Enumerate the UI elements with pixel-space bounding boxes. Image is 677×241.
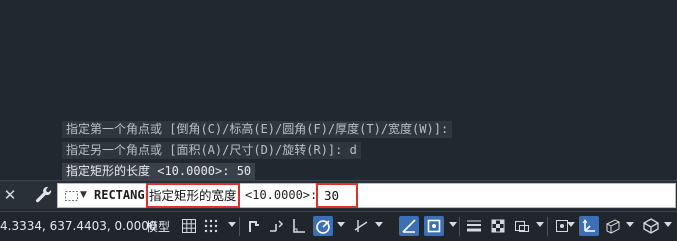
command-input-box[interactable]: ▼ RECTANG 指定矩形的宽度 <10.0000>: 30: [57, 183, 676, 208]
command-history: 指定第一个角点或 [倒角(C)/标高(E)/圆角(F)/厚度(T)/宽度(W)]…: [62, 121, 453, 184]
grid-dots-icon[interactable]: [201, 216, 221, 236]
chevron-down-icon[interactable]: [536, 222, 544, 227]
rectangle-icon[interactable]: [64, 188, 80, 202]
history-line-2: 指定另一个角点或 [面积(A)/尺寸(D)/旋转(R)]: d: [62, 142, 361, 159]
selection-cycling-icon[interactable]: [512, 216, 532, 236]
command-line-bar: ✕ ▼ RECTANG 指定矩形的宽度 <10.0000>: 30: [0, 180, 677, 209]
coordinate-readout[interactable]: 4.3334, 637.4403, 0.0000: [0, 212, 157, 241]
osnap-tracking-icon[interactable]: [399, 216, 419, 236]
command-name: RECTANG: [94, 188, 145, 202]
wrench-icon[interactable]: [33, 184, 53, 206]
dynamic-ucs-icon[interactable]: [579, 216, 599, 236]
chevron-down-icon[interactable]: ▼: [80, 188, 87, 202]
command-input-value[interactable]: 30: [316, 183, 358, 208]
command-prompt: 指定矩形的宽度: [146, 183, 240, 208]
chevron-down-icon[interactable]: [337, 222, 345, 227]
osnap-icon[interactable]: [424, 216, 444, 236]
grid-icon[interactable]: [179, 216, 199, 236]
chevron-down-icon[interactable]: [228, 222, 236, 227]
chevron-down-icon[interactable]: [449, 222, 457, 227]
history-line-3: 指定矩形的长度 <10.0000>: 50: [62, 163, 256, 180]
separator: [547, 217, 548, 236]
workspace-icon[interactable]: [603, 216, 623, 236]
close-icon[interactable]: ✕: [2, 185, 18, 205]
annotation-icon[interactable]: [641, 216, 661, 236]
model-tab[interactable]: 模型: [143, 217, 173, 237]
chevron-down-icon[interactable]: [567, 222, 575, 227]
separator: [459, 217, 460, 236]
status-bar: 4.3334, 637.4403, 0.0000 模型: [0, 211, 677, 241]
separator: [239, 217, 240, 236]
default-value: <10.0000>:: [245, 188, 325, 202]
snap-icon[interactable]: [244, 216, 264, 236]
polar-icon[interactable]: [313, 216, 333, 236]
ortho-icon[interactable]: [288, 216, 308, 236]
chevron-down-icon[interactable]: [626, 222, 634, 227]
infer-constraints-icon[interactable]: [266, 216, 286, 236]
chevron-down-icon[interactable]: [375, 222, 383, 227]
history-line-1: 指定第一个角点或 [倒角(C)/标高(E)/圆角(F)/厚度(T)/宽度(W)]…: [62, 121, 453, 138]
chevron-down-icon[interactable]: [664, 222, 672, 227]
lineweight-icon[interactable]: [464, 216, 484, 236]
isodraft-icon[interactable]: [351, 216, 371, 236]
transparency-icon[interactable]: [488, 216, 508, 236]
